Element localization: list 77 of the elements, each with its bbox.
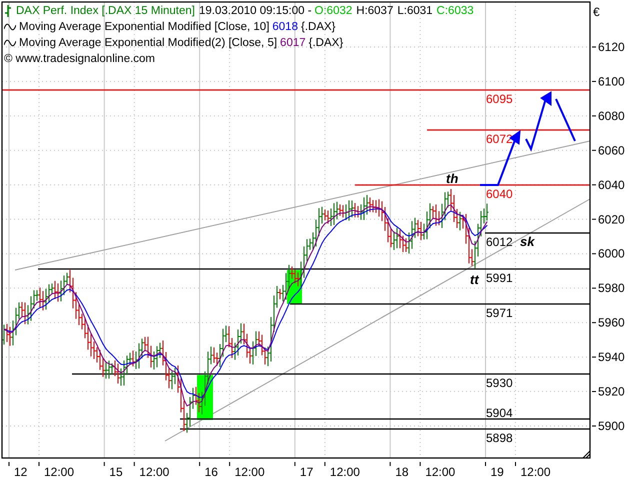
- y-axis-label: 5940: [598, 350, 625, 364]
- axis-tick: [592, 322, 596, 324]
- level-label: 6012: [486, 235, 513, 249]
- level-label: 6095: [486, 92, 513, 106]
- y-axis-label: 6040: [598, 178, 625, 192]
- axis-tick: [485, 462, 486, 466]
- axis-tick: [592, 356, 596, 358]
- axis-tick: [294, 462, 296, 466]
- high-value: H:6037: [356, 4, 394, 19]
- axis-tick: [592, 288, 596, 289]
- x-axis-label: 15: [109, 465, 123, 479]
- low-value: L:6031: [397, 4, 433, 19]
- y-axis-label: 6060: [598, 143, 625, 158]
- axis-tick: [592, 115, 596, 116]
- axis-tick: [104, 462, 105, 466]
- copyright-text: © www.tradesignalonline.com: [4, 53, 156, 65]
- axis-tick: [8, 462, 10, 466]
- level-label: 5971: [486, 306, 513, 320]
- axis-tick: [592, 253, 596, 254]
- x-axis-label: 18: [395, 465, 409, 479]
- wave-icon: [4, 39, 16, 47]
- y-axis-label: 6080: [598, 108, 625, 123]
- axis-tick: [420, 462, 421, 466]
- y-axis-label: 5980: [598, 281, 625, 296]
- x-axis-label: 12:00: [234, 465, 265, 479]
- annotation-label: th: [446, 171, 458, 186]
- timestamp: 19.03.2010 09:15:00 -: [198, 4, 312, 19]
- axis-tick: [592, 80, 596, 82]
- level-label: 6040: [486, 187, 513, 201]
- y-axis-label: 6120: [598, 40, 625, 54]
- level-label: 5904: [486, 406, 513, 420]
- y-axis-label: 5960: [598, 316, 625, 330]
- resize-grip-icon[interactable]: [582, 450, 590, 458]
- level-label: 5898: [486, 431, 513, 445]
- x-axis-label: 12:00: [520, 465, 551, 479]
- y-axis-label: 6100: [598, 74, 625, 88]
- level-label: 6072: [486, 132, 513, 146]
- x-axis-label: 12:00: [425, 465, 456, 479]
- wave-icon: [4, 23, 16, 31]
- axis-tick: [592, 150, 596, 151]
- x-axis-label: 16: [204, 465, 218, 479]
- annotation-label: sk: [520, 234, 534, 249]
- open-value: O:6032: [314, 4, 352, 19]
- annotation-label: tt: [470, 272, 479, 287]
- x-axis-label: 17: [300, 465, 314, 479]
- axis-tick: [515, 462, 516, 466]
- bar-chart-icon: [4, 5, 12, 17]
- x-axis-label: 12:00: [44, 465, 74, 479]
- x-axis-label: 12:00: [330, 465, 360, 479]
- axis-tick: [229, 462, 230, 466]
- axis-tick: [592, 218, 596, 220]
- indicator-symbol: {.DAX}: [308, 36, 344, 51]
- level-label: 5930: [486, 376, 513, 390]
- indicator-label: Moving Average Exponential Modified [Close, 10]: [19, 20, 270, 35]
- axis-tick: [134, 462, 135, 466]
- currency-label: €: [593, 5, 600, 19]
- y-axis-label: 5900: [598, 419, 625, 433]
- axis-tick: [324, 462, 326, 466]
- x-axis-label: 12: [14, 465, 28, 479]
- indicator-value: 6018: [272, 20, 298, 35]
- x-axis-label: 12:00: [139, 465, 170, 479]
- axis-tick: [592, 391, 596, 392]
- indicator-value: 6017: [280, 36, 306, 51]
- indicator-symbol: {.DAX}: [300, 20, 336, 35]
- indicator-label: Moving Average Exponential Modified(2) [Close, 5]: [19, 36, 278, 51]
- axis-tick: [592, 184, 596, 186]
- axis-tick: [592, 46, 596, 48]
- level-label: 5991: [486, 271, 513, 285]
- x-axis-label: 19: [490, 465, 504, 479]
- close-value: C:6033: [436, 4, 474, 19]
- y-axis-label: 6000: [598, 246, 625, 261]
- y-axis-label: 5920: [598, 384, 625, 399]
- instrument-title: DAX Perf. Index [.DAX 15 Minuten]: [16, 4, 195, 19]
- axis-tick: [199, 462, 200, 466]
- y-axis-label: 6020: [598, 212, 625, 226]
- axis-tick: [390, 462, 391, 466]
- axis-tick: [38, 462, 40, 466]
